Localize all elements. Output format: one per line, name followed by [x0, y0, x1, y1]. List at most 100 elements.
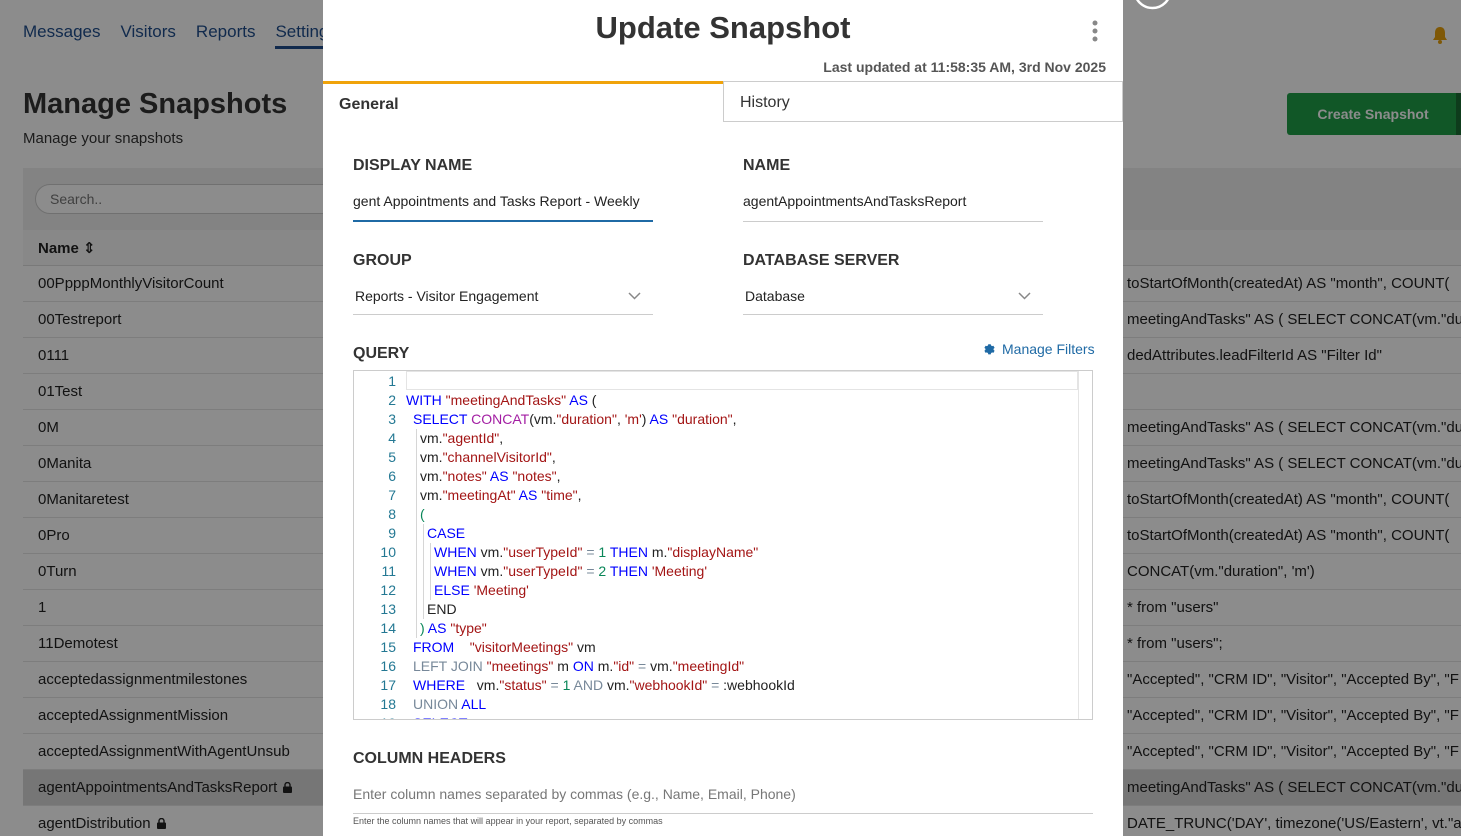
code-token: WHEN [434, 563, 481, 579]
more-options-icon[interactable] [1091, 20, 1099, 42]
database-server-underline [743, 314, 1043, 315]
code-token: AS [486, 468, 513, 484]
code-token: 'Meeting' [473, 582, 529, 598]
code-token: "notes" [442, 468, 487, 484]
line-number: 1 [388, 373, 396, 389]
gear-icon [984, 343, 995, 354]
code-token: "meetingId" [672, 658, 745, 674]
indent-guide [416, 486, 417, 505]
code-token: , [732, 411, 737, 427]
close-icon[interactable] [1132, 0, 1173, 17]
group-label: GROUP [353, 252, 412, 269]
code-line: 14) AS "type" [354, 619, 487, 638]
indent-guide [416, 448, 417, 467]
code-token: vm. [650, 658, 673, 674]
tab-general[interactable]: General [323, 81, 723, 122]
code-token: , [616, 411, 625, 427]
indent-guide [416, 581, 417, 600]
modal-title: Update Snapshot [595, 10, 851, 45]
line-number: 6 [388, 468, 396, 484]
tab-history[interactable]: History [723, 81, 1123, 122]
database-server-select[interactable]: Database [745, 288, 1005, 304]
query-editor[interactable]: 1 2 WITH "meetingAndTasks" AS (3 SELECT CON… [353, 370, 1093, 720]
indent-guide [423, 524, 424, 543]
code-token: vm. [476, 677, 500, 693]
column-headers-label: COLUMN HEADERS [353, 750, 506, 767]
code-token: THEN [606, 563, 652, 579]
code-token: ALL [461, 696, 487, 712]
code-token: , [556, 468, 561, 484]
code-token: "meetings" [486, 658, 554, 674]
line-number: 8 [388, 506, 396, 522]
code-line: 18 UNION ALL [354, 695, 486, 714]
line-number: 15 [380, 639, 396, 655]
display-name-underline [353, 220, 653, 222]
code-line: 5 vm."channelVisitorId", [354, 448, 556, 467]
code-token: , [577, 487, 582, 503]
last-updated-text: Last updated at 11:58:35 AM, 3rd Nov 202… [823, 59, 1106, 75]
group-select[interactable]: Reports - Visitor Engagement [355, 288, 615, 304]
name-input[interactable]: agentAppointmentsAndTasksReport [743, 193, 1043, 209]
code-token: "status" [499, 677, 547, 693]
code-token: CONCAT [471, 411, 530, 427]
line-number: 2 [388, 392, 396, 408]
modal-tabs: General History [323, 81, 1123, 122]
code-token: m. [597, 658, 614, 674]
code-token: FROM [413, 639, 470, 655]
line-number: 18 [380, 696, 396, 712]
code-token: AND [570, 677, 607, 693]
code-line: 17 WHERE vm."status" = 1 AND vm."webhookI… [354, 676, 794, 695]
code-token: "userTypeId" [503, 544, 583, 560]
line-number: 16 [380, 658, 396, 674]
indent-guide [423, 543, 424, 562]
indent-guide [430, 543, 431, 562]
code-token: "notes" [512, 468, 557, 484]
code-line: 16 LEFT JOIN "meetings" m ON m."id" = vm.… [354, 657, 744, 676]
code-line: 9 CASE [354, 524, 465, 543]
code-line: 10 WHEN vm."userTypeId" = 1 THEN m."displ… [354, 543, 758, 562]
display-name-input[interactable]: gent Appointments and Tasks Report - Wee… [353, 193, 653, 209]
current-line-highlight [406, 371, 1078, 390]
name-underline [743, 221, 1043, 222]
database-server-label: DATABASE SERVER [743, 252, 900, 269]
code-token: AS [649, 411, 673, 427]
code-token: AS [566, 392, 592, 408]
line-number: 10 [380, 544, 396, 560]
indent-guide [430, 562, 431, 581]
code-token: = [707, 677, 724, 693]
code-token: END [427, 601, 457, 617]
code-token: THEN [606, 544, 652, 560]
line-number: 14 [380, 620, 396, 636]
code-token: "visitorMeetings" [469, 639, 574, 655]
code-token: :webhookId [723, 677, 795, 693]
name-label: NAME [743, 157, 791, 174]
code-token: ( [420, 506, 425, 522]
indent-guide [430, 581, 431, 600]
code-token: vm. [480, 544, 504, 560]
line-number: 9 [388, 525, 396, 541]
code-token: (vm. [529, 411, 557, 427]
update-snapshot-modal: Update Snapshot Last updated at 11:58:35… [323, 0, 1123, 836]
line-number: 12 [380, 582, 396, 598]
code-token: UNION [413, 696, 462, 712]
column-headers-input[interactable]: Enter column names separated by commas (… [353, 786, 1093, 802]
indent-guide [416, 429, 417, 448]
line-number: 7 [388, 487, 396, 503]
code-token: m [553, 658, 573, 674]
code-token: AS [515, 487, 542, 503]
chevron-down-icon[interactable] [628, 292, 641, 300]
column-headers-help: Enter the column names that will appear … [353, 816, 663, 826]
editor-scrollbar[interactable] [1078, 371, 1092, 719]
indent-guide [423, 581, 424, 600]
code-line: 1 [354, 372, 396, 391]
code-token: ) [641, 411, 650, 427]
code-token: "webhookId" [629, 677, 708, 693]
code-token: "agentId" [442, 430, 500, 446]
column-headers-underline [353, 813, 1093, 814]
code-token: = [546, 677, 563, 693]
chevron-down-icon[interactable] [1018, 292, 1031, 300]
manage-filters-link[interactable]: Manage Filters [983, 341, 1095, 357]
code-token: ( [591, 392, 597, 408]
code-token: "id" [613, 658, 635, 674]
code-token: "userTypeId" [503, 563, 583, 579]
